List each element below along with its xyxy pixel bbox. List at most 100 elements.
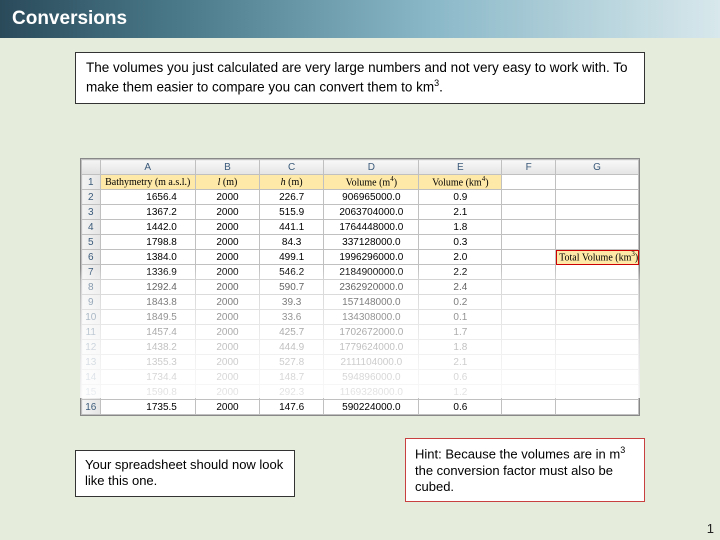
cell-vol-m: 2111104000.0 <box>324 355 419 370</box>
hdr-vol-km: Volume (km4) <box>419 175 502 190</box>
cell-vol-km: 1.7 <box>419 325 502 340</box>
rowhead: 1 <box>82 175 101 190</box>
empty-cell <box>556 205 639 220</box>
table-row: 141734.42000148.7594896000.00.6 <box>82 370 639 385</box>
cell-vol-m: 1996296000.0 <box>324 250 419 265</box>
title-bar: Conversions <box>0 0 720 38</box>
table-row: 91843.8200039.3157148000.00.2 <box>82 295 639 310</box>
rowhead: 12 <box>82 340 101 355</box>
cell-vol-m: 157148000.0 <box>324 295 419 310</box>
colhead-G: G <box>556 160 639 175</box>
cell-vol-m: 2184900000.0 <box>324 265 419 280</box>
cell-vol-km: 0.6 <box>419 400 502 415</box>
cell-vol-m: 337128000.0 <box>324 235 419 250</box>
empty-cell <box>502 310 556 325</box>
cell-bathy: 1457.4 <box>100 325 195 340</box>
rowhead: 10 <box>82 310 101 325</box>
cell-vol-m: 1779624000.0 <box>324 340 419 355</box>
empty-cell <box>556 340 639 355</box>
rowhead: 7 <box>82 265 101 280</box>
cell-l: 2000 <box>195 280 259 295</box>
empty-cell <box>556 310 639 325</box>
cell-bathy: 1843.8 <box>100 295 195 310</box>
cell-vol-m: 2063704000.0 <box>324 205 419 220</box>
empty-cell <box>502 265 556 280</box>
cell-l: 2000 <box>195 220 259 235</box>
cell-bathy: 1590.8 <box>100 385 195 400</box>
empty-cell <box>556 355 639 370</box>
caption-left-box: Your spreadsheet should now look like th… <box>75 450 295 497</box>
table-row: 21656.42000226.7906965000.00.9 <box>82 190 639 205</box>
cell-h: 425.7 <box>260 325 324 340</box>
cell-bathy: 1442.0 <box>100 220 195 235</box>
empty-cell <box>502 220 556 235</box>
rowhead: 3 <box>82 205 101 220</box>
hdr-vol-m: Volume (m4) <box>324 175 419 190</box>
intro-tail: . <box>439 80 443 95</box>
table-row: 41442.02000441.11764448000.01.8 <box>82 220 639 235</box>
empty-cell <box>502 325 556 340</box>
rowhead: 11 <box>82 325 101 340</box>
table-row: 81292.42000590.72362920000.02.4 <box>82 280 639 295</box>
cell-vol-m: 594896000.0 <box>324 370 419 385</box>
empty-cell <box>556 190 639 205</box>
empty-cell <box>502 175 556 190</box>
empty-cell <box>502 190 556 205</box>
cell-bathy: 1735.5 <box>100 400 195 415</box>
empty-cell <box>556 400 639 415</box>
hdr-h: h (m) <box>260 175 324 190</box>
cell-h: 147.6 <box>260 400 324 415</box>
empty-cell <box>502 235 556 250</box>
cell-l: 2000 <box>195 385 259 400</box>
cell-vol-m: 134308000.0 <box>324 310 419 325</box>
hdr-l: l (m) <box>195 175 259 190</box>
cell-h: 226.7 <box>260 190 324 205</box>
cell-vol-m: 1702672000.0 <box>324 325 419 340</box>
cell-h: 499.1 <box>260 250 324 265</box>
empty-cell <box>502 250 556 265</box>
empty-cell <box>502 385 556 400</box>
empty-cell <box>556 280 639 295</box>
cell-l: 2000 <box>195 370 259 385</box>
caption-right-pre: Hint: Because the volumes are in m <box>415 446 620 461</box>
empty-cell <box>556 385 639 400</box>
rowhead: 15 <box>82 385 101 400</box>
table-row: 71336.92000546.22184900000.02.2 <box>82 265 639 280</box>
empty-cell <box>556 295 639 310</box>
table-row: 1Bathymetry (m a.s.l.)l (m)h (m)Volume (… <box>82 175 639 190</box>
cell-bathy: 1656.4 <box>100 190 195 205</box>
caption-right-sup: 3 <box>620 445 625 455</box>
cell-vol-km: 1.2 <box>419 385 502 400</box>
cell-vol-m: 906965000.0 <box>324 190 419 205</box>
table-row: 121438.22000444.91779624000.01.8 <box>82 340 639 355</box>
table-row: 61384.02000499.11996296000.02.0Total Vol… <box>82 250 639 265</box>
cell-vol-km: 2.2 <box>419 265 502 280</box>
cell-h: 441.1 <box>260 220 324 235</box>
empty-cell <box>502 400 556 415</box>
cell-l: 2000 <box>195 250 259 265</box>
cell-bathy: 1336.9 <box>100 265 195 280</box>
empty-cell <box>502 295 556 310</box>
cell-h: 292.3 <box>260 385 324 400</box>
cell-h: 515.9 <box>260 205 324 220</box>
cell-vol-km: 0.2 <box>419 295 502 310</box>
cell-l: 2000 <box>195 235 259 250</box>
colhead-E: E <box>419 160 502 175</box>
cell-h: 33.6 <box>260 310 324 325</box>
colhead-B: B <box>195 160 259 175</box>
spreadsheet: A B C D E F G 1Bathymetry (m a.s.l.)l (m… <box>80 158 640 416</box>
colhead-A: A <box>100 160 195 175</box>
hdr-bathymetry: Bathymetry (m a.s.l.) <box>100 175 195 190</box>
empty-cell <box>502 355 556 370</box>
rowhead: 14 <box>82 370 101 385</box>
table-row: 101849.5200033.6134308000.00.1 <box>82 310 639 325</box>
cell-vol-km: 2.4 <box>419 280 502 295</box>
caption-left-text: Your spreadsheet should now look like th… <box>85 457 283 488</box>
colhead-C: C <box>260 160 324 175</box>
empty-cell <box>556 265 639 280</box>
cell-vol-km: 2.1 <box>419 205 502 220</box>
table-row: 51798.8200084.3337128000.00.3 <box>82 235 639 250</box>
empty-cell <box>556 175 639 190</box>
cell-l: 2000 <box>195 310 259 325</box>
empty-cell <box>556 220 639 235</box>
